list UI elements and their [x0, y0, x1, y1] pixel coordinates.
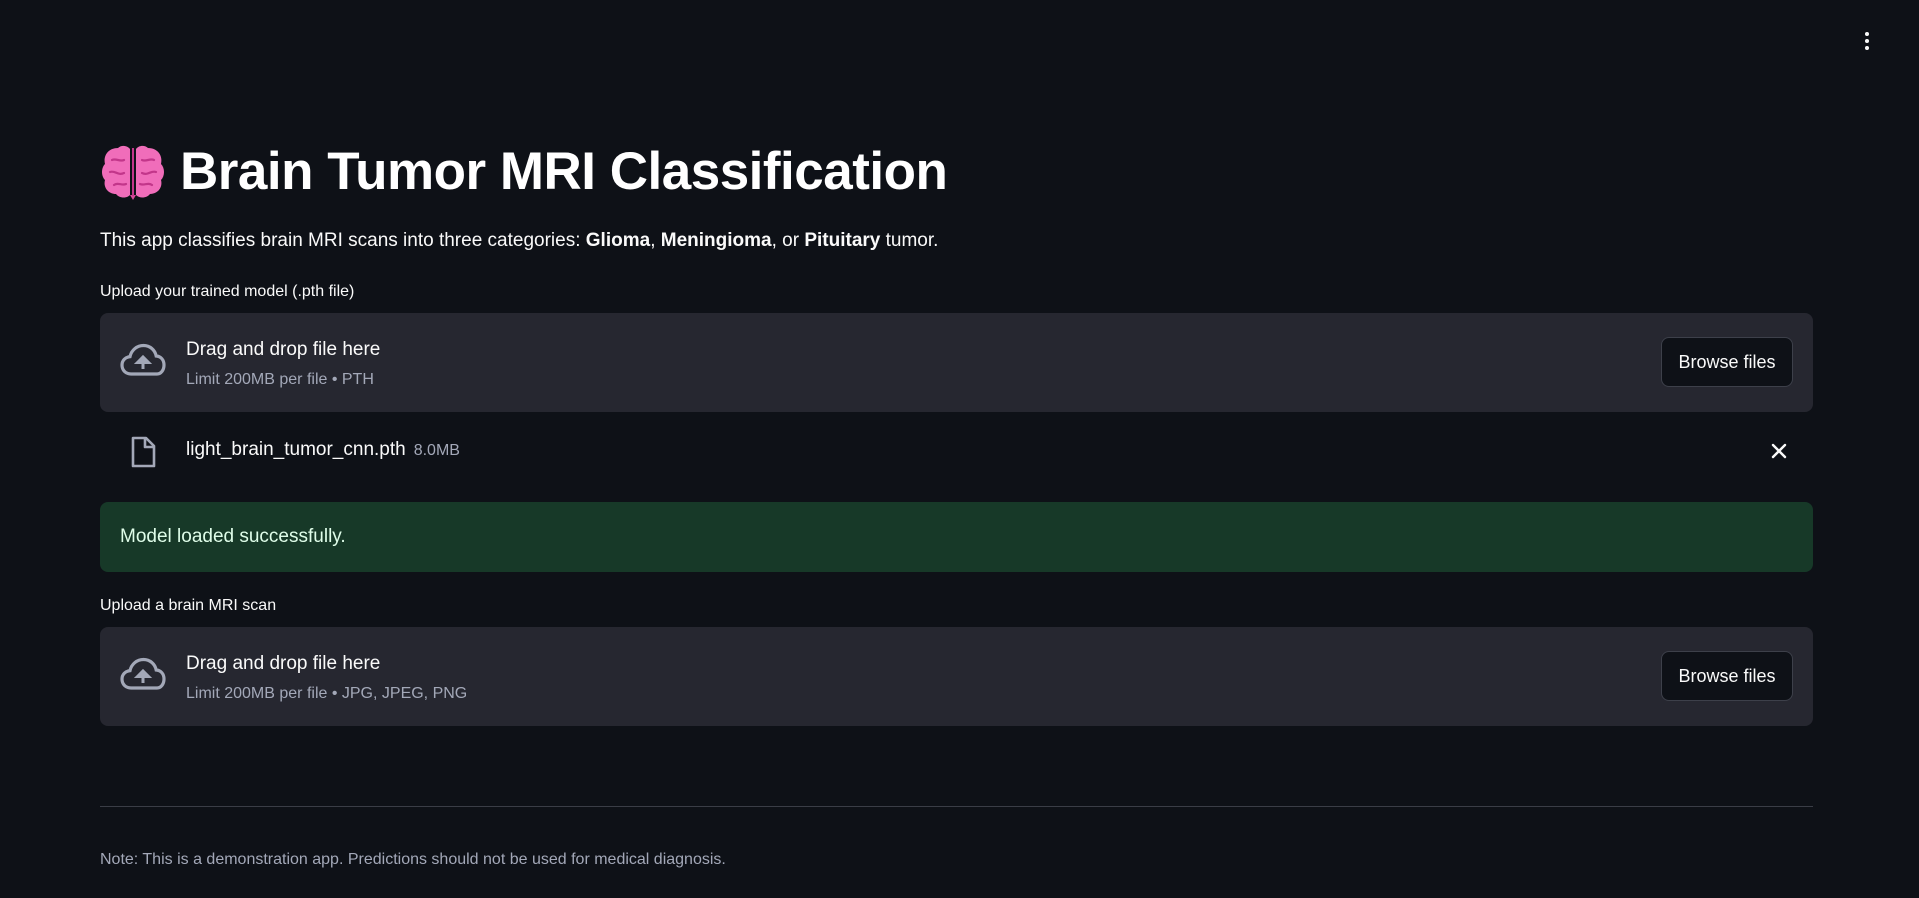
success-message: Model loaded successfully. [120, 526, 346, 547]
cloud-upload-icon [120, 343, 166, 376]
remove-file-icon[interactable] [1769, 441, 1789, 461]
page-title: Brain Tumor MRI Classification [180, 141, 948, 201]
page-header: Brain Tumor MRI Classification [100, 140, 948, 202]
category-meningioma: Meningioma [660, 230, 772, 251]
uploaded-file-name: light_brain_tumor_cnn.pth [186, 439, 406, 460]
scan-browse-button[interactable]: Browse files [1661, 651, 1793, 701]
scan-drop-limit: Limit 200MB per file • JPG, JPEG, PNG [186, 685, 468, 702]
scan-upload-label: Upload a brain MRI scan [100, 597, 277, 614]
model-browse-button[interactable]: Browse files [1661, 337, 1793, 387]
disclaimer-note: Note: This is a demonstration app. Predi… [100, 851, 726, 868]
model-drop-title: Drag and drop file here [186, 339, 381, 360]
model-upload-label: Upload your trained model (.pth file) [100, 283, 355, 300]
model-drop-limit: Limit 200MB per file • PTH [186, 371, 374, 388]
category-pituitary: Pituitary [804, 230, 881, 251]
model-dropzone[interactable]: Drag and drop file here Limit 200MB per … [100, 313, 1813, 412]
uploaded-file-size: 8.0MB [413, 442, 460, 459]
uploaded-file-row: light_brain_tumor_cnn.pth 8.0MB [100, 430, 1813, 472]
file-icon [131, 436, 156, 468]
success-alert: Model loaded successfully. [100, 502, 1813, 572]
divider [100, 806, 1813, 807]
intro-text: This app classifies brain MRI scans into… [100, 230, 939, 251]
main-menu-button[interactable] [1855, 26, 1879, 56]
more-vertical-icon [1865, 32, 1869, 36]
brain-icon [102, 145, 164, 200]
scan-drop-title: Drag and drop file here [186, 653, 381, 674]
category-glioma: Glioma [585, 230, 651, 251]
cloud-upload-icon [120, 657, 166, 690]
scan-dropzone[interactable]: Drag and drop file here Limit 200MB per … [100, 627, 1813, 726]
